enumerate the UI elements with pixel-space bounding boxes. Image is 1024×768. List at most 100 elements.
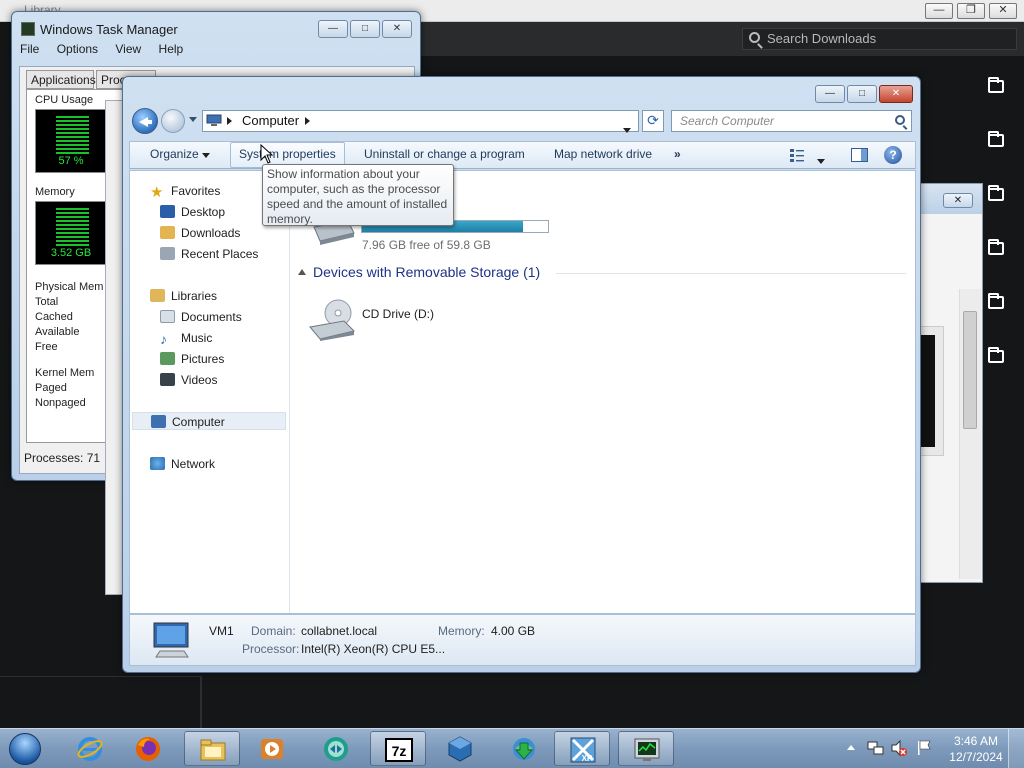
search-downloads-placeholder: Search Downloads	[767, 31, 877, 46]
menu-help[interactable]: Help	[159, 42, 184, 56]
nav-recent-places[interactable]: Recent Places	[160, 245, 258, 263]
map-network-drive-button[interactable]: Map network drive	[546, 142, 660, 168]
change-view-icon[interactable]	[790, 148, 804, 162]
navigation-row: Computer ⟳ Search Computer	[123, 105, 920, 141]
memory-label: Memory:	[438, 624, 485, 638]
scrollbar-thumb[interactable]	[963, 311, 977, 429]
cpu-meter-bars	[56, 116, 89, 156]
taskbar-internet-explorer[interactable]	[62, 731, 118, 766]
chevron-down-icon[interactable]	[817, 153, 825, 167]
nav-downloads[interactable]: Downloads	[160, 224, 240, 242]
address-dropdown-arrow[interactable]	[623, 119, 631, 139]
minimize-button[interactable]: —	[318, 20, 348, 38]
restore-button[interactable]: ❐	[957, 3, 985, 19]
folder-icon[interactable]	[988, 77, 1004, 93]
organize-label: Organize	[150, 147, 199, 161]
scrollbar[interactable]	[959, 289, 981, 579]
explorer-window[interactable]: — □ ✕ Computer ⟳ Search Computer Organiz…	[122, 76, 921, 673]
nav-pictures[interactable]: Pictures	[160, 350, 224, 368]
background-window-right[interactable]: ✕	[915, 183, 983, 583]
more-commands-button[interactable]: »	[666, 142, 689, 168]
network-icon[interactable]	[867, 739, 885, 757]
maximize-button[interactable]: □	[847, 85, 877, 103]
taskbar-xp-mode[interactable]: XP	[554, 731, 610, 766]
notification-area: 3:46 AM 12/7/2024	[840, 729, 1024, 768]
clock-date[interactable]: 12/7/2024	[946, 750, 1006, 764]
documents-icon	[160, 310, 175, 323]
breadcrumb-computer[interactable]: Computer	[242, 111, 299, 131]
close-button[interactable]: ✕	[943, 193, 973, 208]
taskbar-virtualbox[interactable]	[432, 731, 488, 766]
menu-options[interactable]: Options	[57, 42, 98, 56]
svg-text:7z: 7z	[392, 743, 407, 759]
tab-applications[interactable]: Applications	[26, 70, 96, 89]
nav-documents[interactable]: Documents	[160, 308, 242, 326]
minimize-button[interactable]: —	[815, 85, 845, 103]
chevron-down-icon	[202, 153, 211, 158]
search-downloads-input[interactable]: Search Downloads	[742, 28, 1017, 50]
media-player-icon	[261, 739, 283, 759]
nav-computer[interactable]: Computer	[132, 412, 286, 430]
virtualbox-icon	[448, 736, 472, 762]
forward-button[interactable]	[161, 109, 185, 133]
cd-drive-item[interactable]: CD Drive (D:)	[308, 297, 508, 341]
folder-icon[interactable]	[988, 347, 1004, 363]
action-center-flag-icon[interactable]	[915, 739, 933, 757]
taskbar-download-manager[interactable]	[496, 731, 552, 766]
search-computer-input[interactable]: Search Computer	[671, 110, 912, 132]
breadcrumb-root-arrow[interactable]	[227, 111, 232, 131]
show-hidden-icons[interactable]	[846, 743, 856, 751]
close-button[interactable]: ✕	[989, 3, 1017, 19]
nav-videos[interactable]: Videos	[160, 371, 217, 389]
taskbar-task-manager[interactable]	[618, 731, 674, 766]
taskbar-7zip[interactable]: 7z	[370, 731, 426, 766]
start-button[interactable]	[3, 730, 47, 767]
nav-favorites[interactable]: ★ Favorites	[150, 182, 220, 200]
nav-network[interactable]: Network	[150, 455, 215, 473]
navigation-pane: ★ Favorites Desktop Downloads Recent Plac…	[130, 171, 290, 613]
processor-value: Intel(R) Xeon(R) CPU E5...	[301, 642, 446, 656]
clock-time[interactable]: 3:46 AM	[946, 734, 1006, 748]
collapse-arrow-icon[interactable]	[298, 269, 306, 275]
maximize-button[interactable]: □	[350, 20, 380, 38]
svg-text:XP: XP	[582, 754, 593, 763]
organize-button[interactable]: Organize	[142, 142, 218, 168]
nav-libraries[interactable]: Libraries	[150, 287, 217, 305]
refresh-button[interactable]: ⟳	[642, 110, 664, 132]
removable-storage-group-header[interactable]: Devices with Removable Storage (1)	[298, 264, 908, 284]
menu-view[interactable]: View	[115, 42, 141, 56]
close-button[interactable]: ✕	[879, 85, 913, 103]
folder-icon[interactable]	[988, 239, 1004, 255]
taskbar-teamviewer[interactable]	[308, 731, 364, 766]
preview-pane-icon[interactable]	[851, 148, 868, 162]
teamviewer-icon	[324, 737, 348, 761]
folder-icon[interactable]	[988, 293, 1004, 309]
show-desktop-button[interactable]	[1008, 729, 1024, 768]
nav-music[interactable]: ♪ Music	[160, 329, 212, 347]
recent-pages-dropdown[interactable]	[189, 117, 197, 122]
nav-desktop[interactable]: Desktop	[160, 203, 225, 221]
task-manager-title: Windows Task Manager	[40, 22, 178, 37]
physical-available-label: Available	[35, 326, 80, 338]
breadcrumb-computer-arrow[interactable]	[305, 111, 310, 131]
menu-file[interactable]: File	[20, 42, 39, 56]
taskbar-media-player[interactable]	[244, 731, 300, 766]
cpu-usage-label: CPU Usage	[35, 94, 94, 106]
drive-free-space: 7.96 GB free of 59.8 GB	[362, 238, 491, 252]
taskbar-firefox[interactable]	[120, 731, 176, 766]
back-button[interactable]	[132, 108, 158, 134]
kernel-nonpaged-label: Nonpaged	[35, 397, 86, 409]
folder-icon[interactable]	[988, 131, 1004, 147]
computer-icon	[151, 415, 166, 428]
taskbar-file-explorer[interactable]	[184, 731, 240, 766]
folder-icon[interactable]	[988, 185, 1004, 201]
volume-muted-icon[interactable]	[890, 739, 908, 757]
minimize-button[interactable]: —	[925, 3, 953, 19]
address-bar[interactable]: Computer	[202, 110, 639, 133]
close-button[interactable]: ✕	[382, 20, 412, 38]
memory-value: 4.00 GB	[491, 624, 536, 638]
physical-cached-label: Cached	[35, 311, 73, 323]
help-icon[interactable]: ?	[884, 146, 902, 164]
memory-meter: 3.52 GB	[35, 201, 107, 265]
downloads-icon	[160, 226, 175, 239]
